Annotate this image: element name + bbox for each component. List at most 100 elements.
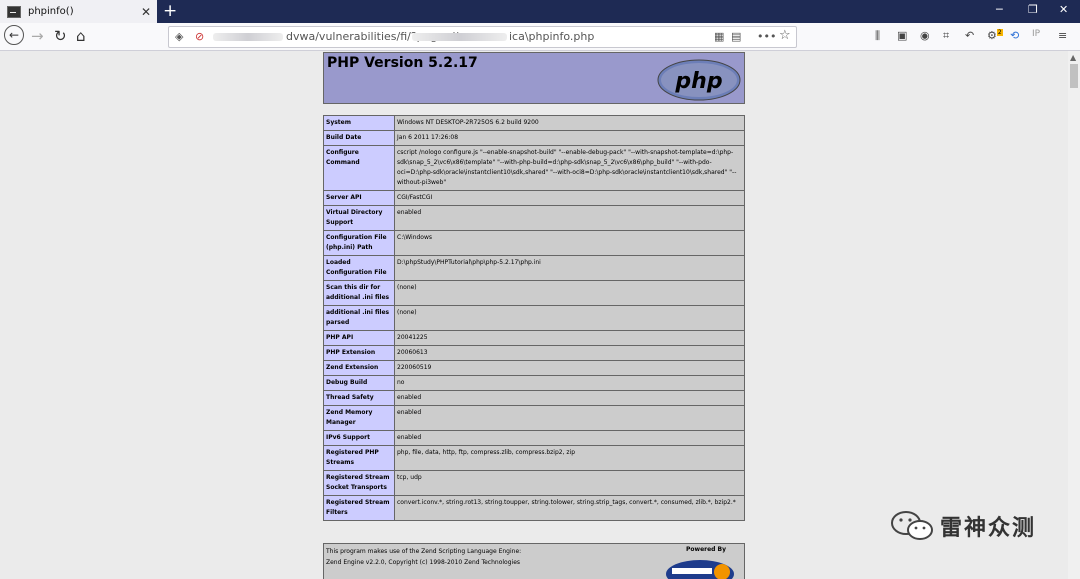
row-value: tcp, udp bbox=[394, 470, 745, 496]
addon-icon[interactable]: ⚙2 bbox=[987, 29, 1003, 42]
row-value: D:\phpStudy\PHPTutorial\php\php-5.2.17\p… bbox=[394, 255, 745, 281]
bookmark-star-icon[interactable]: ☆ bbox=[779, 28, 791, 43]
account-icon[interactable]: ◉ bbox=[920, 29, 930, 42]
row-key: additional .ini files parsed bbox=[323, 305, 395, 331]
row-value: Windows NT DESKTOP-2R725OS 6.2 build 920… bbox=[394, 115, 745, 131]
terminal-icon bbox=[7, 5, 21, 18]
url-bar[interactable]: ◈ ⊘ dvwa/vulnerabilities/fi/?page=\\ ica… bbox=[168, 26, 797, 48]
row-key: Scan this dir for additional .ini files bbox=[323, 280, 395, 306]
sync-icon[interactable]: ⟲ bbox=[1010, 29, 1019, 42]
minimize-icon[interactable]: ─ bbox=[996, 3, 1003, 16]
php-logo-icon: php bbox=[657, 59, 741, 101]
php-logo-text: php bbox=[674, 69, 722, 94]
php-header: PHP Version 5.2.17 php bbox=[323, 52, 745, 104]
table-row: Build Date Jan 6 2011 17:26:08 bbox=[323, 130, 745, 146]
row-value: enabled bbox=[394, 390, 745, 406]
close-tab-icon[interactable]: ✕ bbox=[141, 5, 151, 19]
zend-logo-icon bbox=[666, 560, 734, 579]
table-row: Virtual Directory Support enabled bbox=[323, 205, 745, 231]
table-row: Registered PHP Streams php, file, data, h… bbox=[323, 445, 745, 471]
table-row: IPv6 Support enabled bbox=[323, 430, 745, 446]
tab-phpinfo[interactable]: phpinfo() ✕ bbox=[0, 0, 157, 23]
page-content: PHP Version 5.2.17 php System Windows NT … bbox=[0, 51, 1068, 579]
page-scrollbar[interactable]: ▲ bbox=[1068, 51, 1080, 579]
row-key: IPv6 Support bbox=[323, 430, 395, 446]
page-actions-button[interactable]: ••• bbox=[757, 30, 776, 43]
zend-footer-line1: This program makes use of the Zend Scrip… bbox=[326, 548, 522, 555]
row-key: System bbox=[323, 115, 395, 131]
scrollbar-thumb[interactable] bbox=[1070, 64, 1078, 88]
table-row: Configure Command cscript /nologo configu… bbox=[323, 145, 745, 191]
new-tab-button[interactable]: + bbox=[163, 1, 177, 21]
table-row: PHP API 20041225 bbox=[323, 330, 745, 346]
navigation-bar: ← → ↻ ⌂ ◈ ⊘ dvwa/vulnerabilities/fi/?pag… bbox=[0, 23, 1080, 51]
crop-icon[interactable]: ⌗ bbox=[943, 29, 949, 43]
sidebar-icon[interactable]: ▣ bbox=[897, 29, 907, 42]
insecure-lock-icon[interactable]: ⊘ bbox=[195, 30, 204, 43]
row-value: no bbox=[394, 375, 745, 391]
redacted-ip bbox=[412, 33, 507, 41]
window-close-icon[interactable]: ✕ bbox=[1059, 3, 1068, 16]
back-button[interactable]: ← bbox=[4, 25, 24, 45]
row-value: enabled bbox=[394, 430, 745, 446]
ip-icon[interactable]: IP bbox=[1032, 29, 1040, 39]
php-info-table: System Windows NT DESKTOP-2R725OS 6.2 bui… bbox=[323, 115, 745, 521]
row-value: 20041225 bbox=[394, 330, 745, 346]
powered-by-label: Powered By bbox=[686, 546, 727, 553]
row-value: php, file, data, http, ftp, compress.zli… bbox=[394, 445, 745, 471]
watermark: 雷神众测 bbox=[890, 510, 1036, 542]
row-key: Registered Stream Filters bbox=[323, 495, 395, 521]
page-title: PHP Version 5.2.17 bbox=[327, 55, 478, 71]
row-value: C:\Windows bbox=[394, 230, 745, 256]
row-value: 20060613 bbox=[394, 345, 745, 361]
table-row: Loaded Configuration File D:\phpStudy\PHP… bbox=[323, 255, 745, 281]
row-key: Configure Command bbox=[323, 145, 395, 191]
row-key: PHP Extension bbox=[323, 345, 395, 361]
row-value: enabled bbox=[394, 405, 745, 431]
watermark-text: 雷神众测 bbox=[940, 516, 1037, 541]
table-row: Configuration File (php.ini) Path C:\Wind… bbox=[323, 230, 745, 256]
redacted-host bbox=[213, 33, 283, 41]
table-row: additional .ini files parsed (none) bbox=[323, 305, 745, 331]
reload-button[interactable]: ↻ bbox=[54, 27, 67, 45]
row-key: Debug Build bbox=[323, 375, 395, 391]
row-value: convert.iconv.*, string.rot13, string.to… bbox=[394, 495, 745, 521]
zend-footer-line2: Zend Engine v2.2.0, Copyright (c) 1998-2… bbox=[326, 559, 521, 566]
menu-icon[interactable]: ≡ bbox=[1058, 29, 1067, 42]
library-icon[interactable]: ⫼ bbox=[875, 29, 880, 43]
row-key: Server API bbox=[323, 190, 395, 206]
undo-icon[interactable]: ↶ bbox=[965, 29, 974, 42]
maximize-icon[interactable]: ❐ bbox=[1028, 3, 1038, 16]
row-value: CGI/FastCGI bbox=[394, 190, 745, 206]
row-key: Thread Safety bbox=[323, 390, 395, 406]
table-row: Zend Memory Manager enabled bbox=[323, 405, 745, 431]
table-row: Scan this dir for additional .ini files(… bbox=[323, 280, 745, 306]
row-key: Zend Extension bbox=[323, 360, 395, 376]
row-value: (none) bbox=[394, 280, 745, 306]
row-key: Build Date bbox=[323, 130, 395, 146]
table-row: Registered Stream Filters convert.iconv.*… bbox=[323, 495, 745, 521]
table-row: Server API CGI/FastCGI bbox=[323, 190, 745, 206]
qr-code-icon[interactable]: ▦ bbox=[714, 30, 724, 43]
table-row: Registered Stream Socket Transports tcp, … bbox=[323, 470, 745, 496]
url-file: ica\phpinfo.php bbox=[509, 30, 595, 43]
home-button[interactable]: ⌂ bbox=[76, 27, 86, 45]
row-key: PHP API bbox=[323, 330, 395, 346]
row-key: Zend Memory Manager bbox=[323, 405, 395, 431]
table-row: Thread Safety enabled bbox=[323, 390, 745, 406]
shield-icon[interactable]: ◈ bbox=[175, 30, 183, 43]
row-value: 220060519 bbox=[394, 360, 745, 376]
scroll-up-arrow-icon[interactable]: ▲ bbox=[1070, 53, 1076, 62]
row-value: (none) bbox=[394, 305, 745, 331]
zend-footer: This program makes use of the Zend Scrip… bbox=[323, 543, 745, 579]
row-key: Virtual Directory Support bbox=[323, 205, 395, 231]
row-key: Registered Stream Socket Transports bbox=[323, 470, 395, 496]
forward-button[interactable]: → bbox=[31, 27, 44, 45]
row-value: Jan 6 2011 17:26:08 bbox=[394, 130, 745, 146]
table-row: Debug Build no bbox=[323, 375, 745, 391]
row-value: enabled bbox=[394, 205, 745, 231]
row-key: Configuration File (php.ini) Path bbox=[323, 230, 395, 256]
reader-view-icon[interactable]: ▤ bbox=[731, 30, 741, 43]
row-value: cscript /nologo configure.js "--enable-s… bbox=[394, 145, 745, 191]
table-row: System Windows NT DESKTOP-2R725OS 6.2 bui… bbox=[323, 115, 745, 131]
